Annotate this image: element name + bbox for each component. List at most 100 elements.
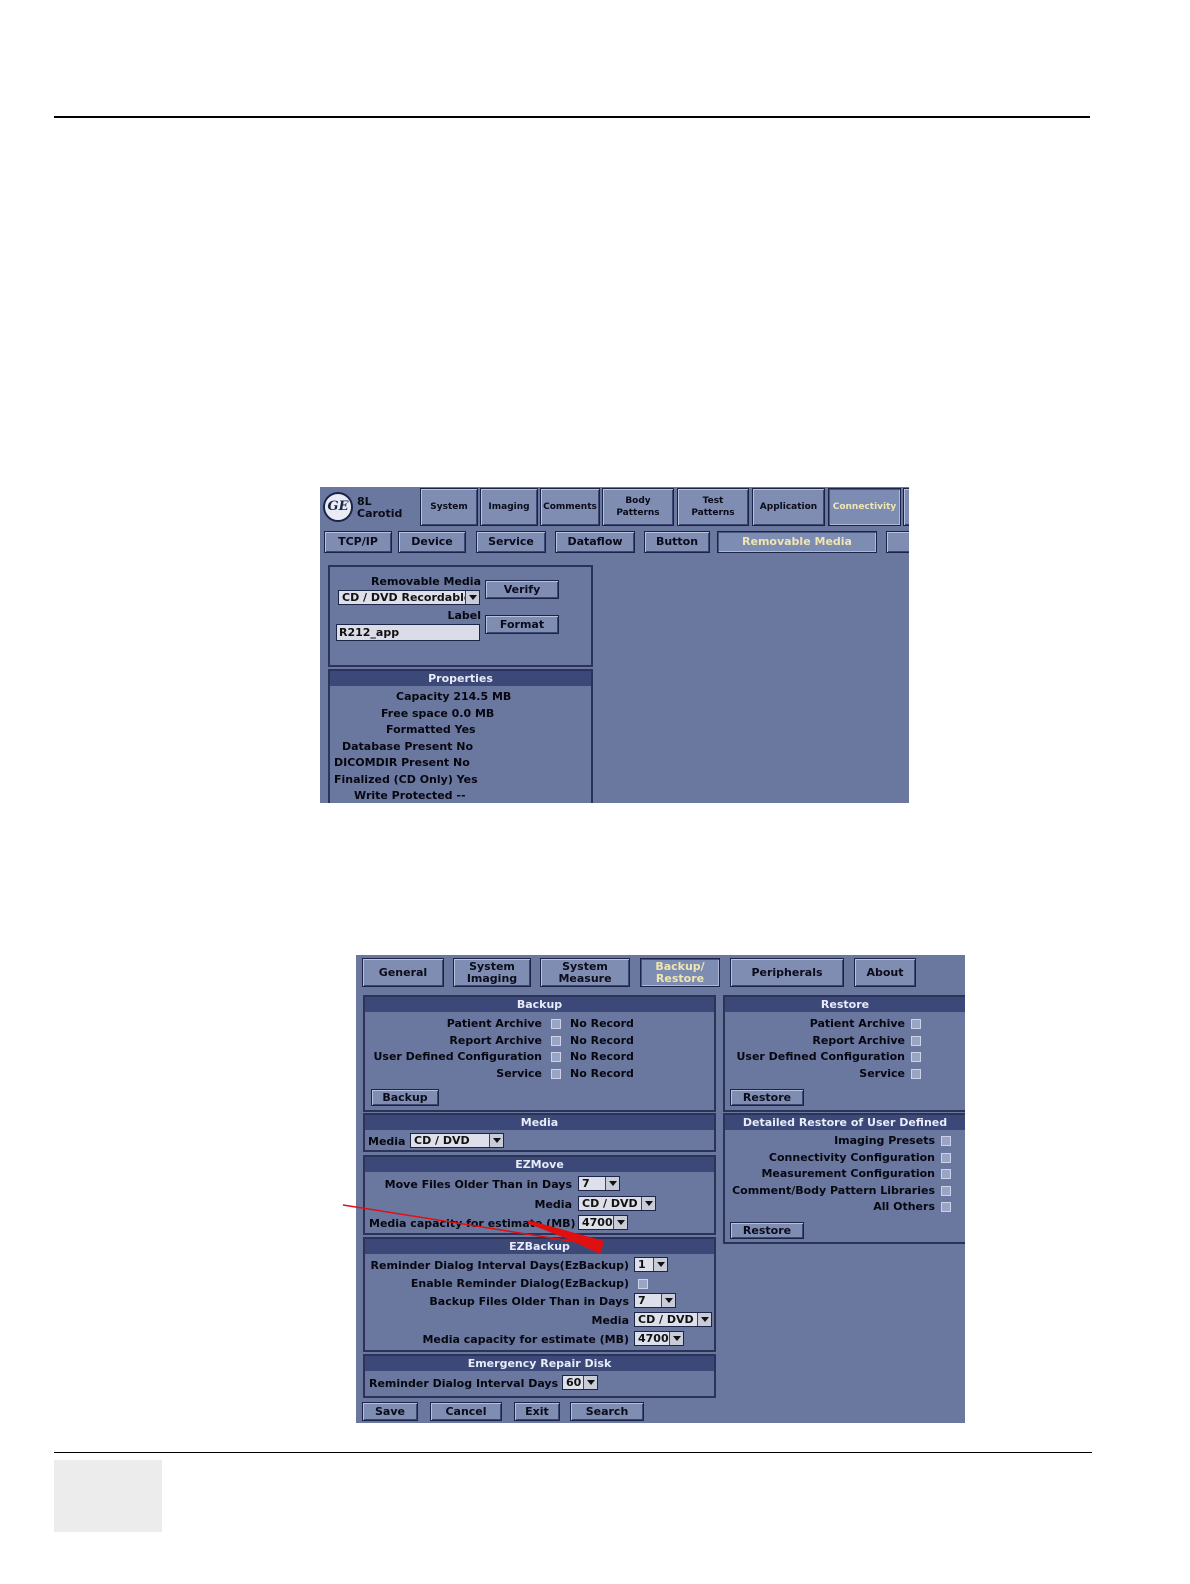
ezbackup-media-select[interactable]: CD / DVD — [634, 1312, 712, 1327]
chevron-down-icon[interactable] — [613, 1216, 627, 1229]
subtab-removable-media[interactable]: Removable Media — [717, 531, 877, 553]
backup-title: Backup — [365, 997, 714, 1012]
backup-row-checkbox[interactable] — [551, 1035, 561, 1046]
ezmove-panel: EZMove Move Files Older Than in Days 7 M… — [363, 1155, 716, 1235]
backup-button[interactable]: Backup — [371, 1089, 439, 1106]
format-button[interactable]: Format — [485, 615, 559, 634]
subtab-tcpip[interactable]: TCP/IP — [324, 531, 392, 553]
exit-button[interactable]: Exit — [514, 1402, 560, 1421]
ezmove-older-select[interactable]: 7 — [578, 1176, 620, 1191]
subtab-overflow[interactable] — [886, 531, 909, 553]
top-bar: GE 8L Carotid System Imaging Comments Bo… — [320, 487, 909, 529]
chevron-down-icon[interactable] — [583, 1376, 597, 1389]
restore-title: Restore — [725, 997, 965, 1012]
ezbackup-capacity-select[interactable]: 4700 — [634, 1331, 684, 1346]
chevron-down-icon[interactable] — [653, 1258, 667, 1271]
tab-imaging[interactable]: Imaging — [480, 488, 538, 526]
backup-row-label: Service — [496, 1066, 542, 1080]
restore-row-checkbox[interactable] — [911, 1019, 921, 1029]
property-row: Database Present No — [342, 739, 474, 753]
cancel-button[interactable]: Cancel — [430, 1402, 502, 1421]
page-number-box — [54, 1460, 162, 1532]
restore-button[interactable]: Restore — [730, 1089, 804, 1106]
tab-test-patterns[interactable]: Test Patterns — [677, 488, 749, 526]
chevron-down-icon[interactable] — [465, 591, 479, 604]
media-panel: Media Media CD / DVD — [363, 1113, 716, 1152]
chevron-down-icon[interactable] — [605, 1177, 619, 1190]
ezmove-media-select[interactable]: CD / DVD — [578, 1196, 656, 1211]
subtab-button[interactable]: Button — [644, 531, 710, 553]
search-button[interactable]: Search — [570, 1402, 644, 1421]
subtab-device[interactable]: Device — [398, 531, 466, 553]
ezmove-title: EZMove — [365, 1157, 714, 1172]
ezbackup-enable-checkbox[interactable] — [638, 1279, 648, 1289]
backup-row-checkbox[interactable] — [551, 1068, 561, 1079]
restore-row-label: User Defined Configuration — [736, 1050, 905, 1063]
ezbackup-title: EZBackup — [365, 1239, 714, 1254]
detailed-restore-title: Detailed Restore of User Defined — [725, 1115, 965, 1130]
label-caption: Label — [447, 609, 481, 622]
tab-overflow[interactable] — [903, 488, 909, 526]
tab-comments[interactable]: Comments — [540, 488, 600, 526]
erd-panel: Emergency Repair Disk Reminder Dialog In… — [363, 1354, 716, 1398]
detailed-row-checkbox[interactable] — [941, 1169, 951, 1179]
save-button[interactable]: Save — [362, 1402, 418, 1421]
tab-system-measure[interactable]: System Measure — [540, 958, 630, 987]
restore-row-checkbox[interactable] — [911, 1052, 921, 1062]
detailed-restore-panel: Detailed Restore of User Defined Imaging… — [723, 1113, 965, 1244]
tab-body-patterns[interactable]: Body Patterns — [602, 488, 674, 526]
detailed-row-checkbox[interactable] — [941, 1202, 951, 1212]
tab-system-imaging[interactable]: System Imaging — [453, 958, 531, 987]
backup-row-status: No Record — [570, 1066, 634, 1080]
chevron-down-icon[interactable] — [669, 1332, 683, 1345]
chevron-down-icon[interactable] — [697, 1313, 711, 1326]
erd-interval-label: Reminder Dialog Interval Days — [369, 1377, 559, 1390]
detailed-row-checkbox[interactable] — [941, 1152, 951, 1163]
detailed-row-label: Measurement Configuration — [761, 1167, 935, 1180]
detailed-row-label: Connectivity Configuration — [768, 1150, 935, 1164]
ezmove-capacity-select[interactable]: 4700 — [578, 1215, 628, 1230]
ge-logo-icon: GE — [323, 492, 353, 522]
label-input[interactable]: R212_app — [336, 624, 480, 641]
restore-row-checkbox[interactable] — [911, 1068, 921, 1079]
tab-connectivity[interactable]: Connectivity — [828, 488, 901, 526]
chevron-down-icon[interactable] — [489, 1134, 503, 1147]
restore-row-label: Patient Archive — [809, 1017, 905, 1030]
property-row: Write Protected -- — [354, 789, 466, 802]
verify-button[interactable]: Verify — [485, 580, 559, 599]
tab-general[interactable]: General — [362, 958, 444, 987]
tab-backup-restore[interactable]: Backup/ Restore — [640, 958, 720, 987]
tab-peripherals[interactable]: Peripherals — [730, 958, 844, 987]
tab-about[interactable]: About — [854, 958, 916, 987]
backup-row-checkbox[interactable] — [551, 1052, 561, 1062]
subtab-dataflow[interactable]: Dataflow — [555, 531, 635, 553]
detailed-restore-button[interactable]: Restore — [730, 1222, 804, 1239]
ezbackup-interval-select[interactable]: 1 — [634, 1257, 668, 1272]
tab-system[interactable]: System — [420, 488, 478, 526]
restore-row-checkbox[interactable] — [911, 1035, 921, 1046]
restore-panel: Restore Patient Archive Report Archive Use… — [723, 995, 965, 1112]
media-select[interactable]: CD / DVD Recordable — [338, 590, 480, 605]
property-row: Formatted Yes — [386, 723, 476, 736]
detailed-row-label: Comment/Body Pattern Libraries — [732, 1183, 935, 1197]
removable-media-panel: Removable Media CD / DVD Recordable Labe… — [328, 565, 593, 667]
ezbackup-panel: EZBackup Reminder Dialog Interval Days(E… — [363, 1237, 716, 1352]
chevron-down-icon[interactable] — [661, 1294, 675, 1307]
chevron-down-icon[interactable] — [641, 1197, 655, 1210]
erd-interval-select[interactable]: 60 — [562, 1375, 598, 1390]
removable-media-label: Removable Media — [371, 575, 481, 588]
header-rule — [54, 116, 1090, 118]
subtab-service[interactable]: Service — [476, 531, 546, 553]
backup-row-status: No Record — [570, 1050, 634, 1063]
property-row: Finalized (CD Only) Yes — [334, 772, 478, 786]
tab-application[interactable]: Application — [752, 488, 825, 526]
media-select[interactable]: CD / DVD — [410, 1133, 504, 1148]
backup-row-label: Report Archive — [449, 1033, 542, 1047]
media-title: Media — [365, 1115, 714, 1130]
detailed-row-checkbox[interactable] — [941, 1136, 951, 1146]
detailed-row-checkbox[interactable] — [941, 1185, 951, 1196]
ezbackup-capacity-label: Media capacity for estimate (MB) — [422, 1333, 629, 1346]
backup-row-checkbox[interactable] — [551, 1019, 561, 1029]
property-row: Capacity 214.5 MB — [396, 690, 512, 703]
ezbackup-older-select[interactable]: 7 — [634, 1293, 676, 1308]
